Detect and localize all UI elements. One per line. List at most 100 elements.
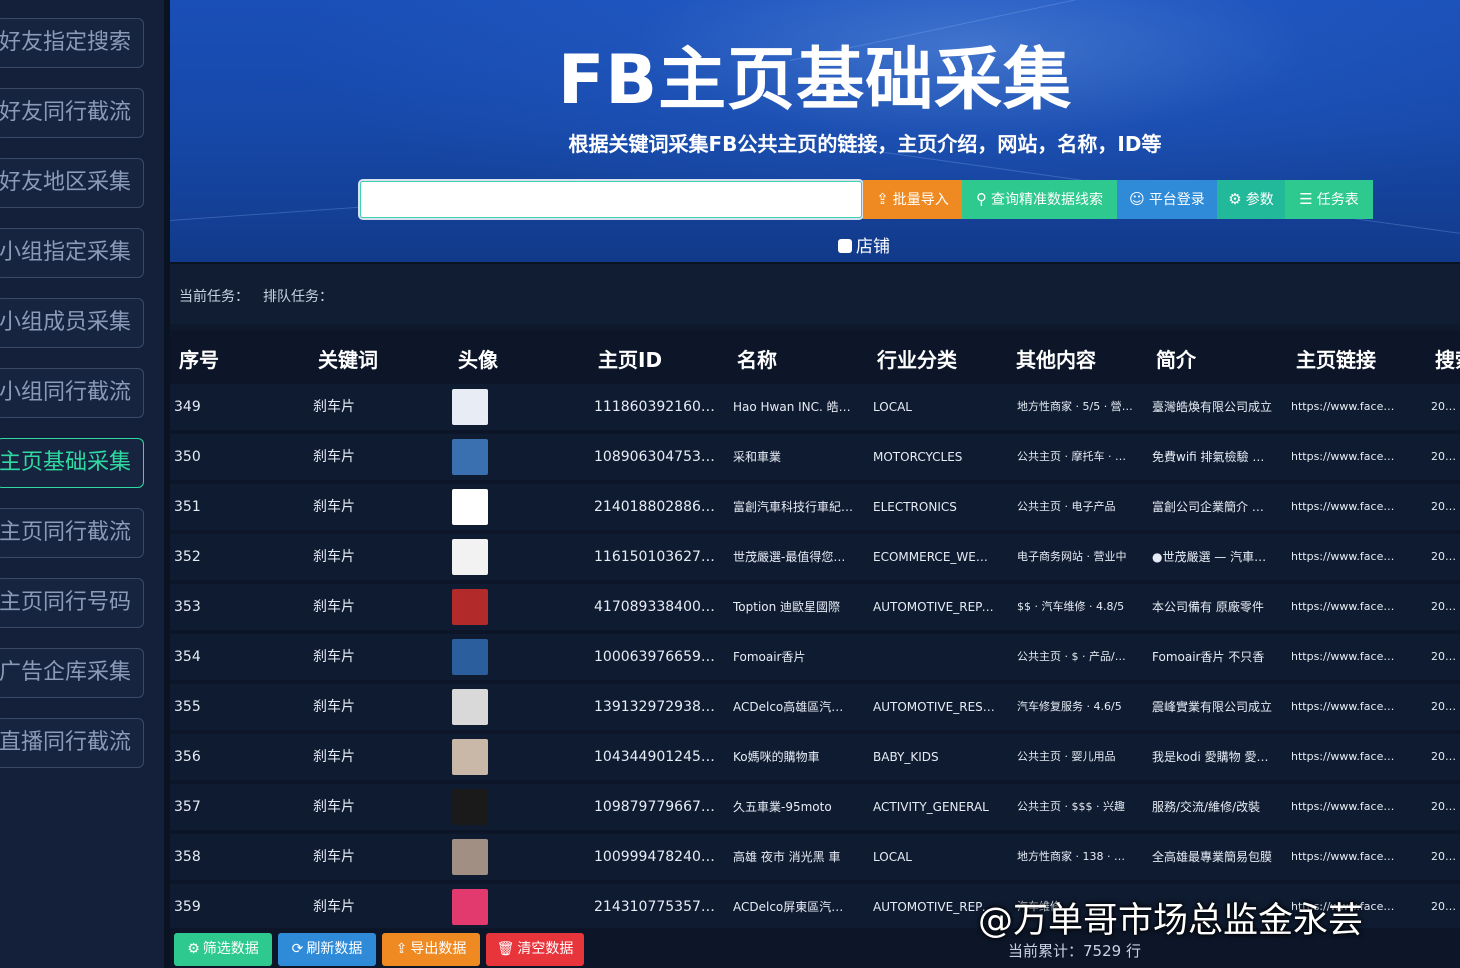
sidebar-item[interactable]: 广告企库采集: [0, 648, 144, 698]
clear-data-button[interactable]: 🗑 清空数据: [486, 933, 584, 966]
avatar-image: [452, 439, 488, 475]
query-leads-button[interactable]: ⚲ 查询精准数据线索: [962, 180, 1117, 219]
cell-category: ELECTRONICS: [873, 500, 957, 514]
filter-data-button[interactable]: ⚙ 筛选数据: [174, 933, 272, 966]
batch-import-button[interactable]: ⇪ 批量导入: [863, 180, 962, 219]
table-row[interactable]: 355 刹车片 139132972938108 ACDelco高雄區汽車專業 AUTOM…: [170, 684, 1460, 730]
cell-search: 2022-: [1431, 500, 1460, 513]
task-status-bar: 当前任务： 排队任务：: [170, 262, 1460, 324]
cell-other: 电子商务网站 · 营业中: [1017, 550, 1127, 563]
watermark-text: @万单哥市场总监金永芸: [978, 901, 1364, 941]
filter-data-label: 筛选数据: [202, 941, 259, 957]
cell-no: 352: [174, 549, 201, 565]
cell-name: Hao Hwan INC. 皓煥有限公司: [733, 400, 855, 414]
table-row[interactable]: 352 刹车片 116150103627059 世茂嚴選-最值得您信賴 ECOMMERC…: [170, 534, 1460, 580]
cell-link: https://www.facebook.com/: [1291, 750, 1399, 763]
sidebar-item[interactable]: 主页基础采集: [0, 438, 144, 488]
column-header[interactable]: 头像: [458, 344, 498, 373]
refresh-icon: ⟳: [291, 941, 304, 957]
cell-link: https://www.facebook.com/: [1291, 700, 1399, 713]
avatar-image: [452, 689, 488, 725]
cell-name: Toption 迪歐星國際: [733, 600, 841, 614]
table-row[interactable]: 356 刹车片 104344901245750 Ko媽咪的購物車 BABY_KIDS 公共…: [170, 734, 1460, 780]
cell-search: 2022-: [1431, 450, 1460, 463]
cell-no: 350: [174, 449, 201, 465]
table-row[interactable]: 349 刹车片 111860392160488 Hao Hwan INC. 皓煥有限公…: [170, 384, 1460, 430]
cell-link: https://www.facebook.com/: [1291, 650, 1399, 663]
app-window: 好友指定搜索 好友同行截流 好友地区采集 小组指定采集 小组成员采集 小组同行截流 主页基础…: [0, 0, 1460, 968]
cell-no: 351: [174, 499, 201, 515]
sidebar-item[interactable]: 主页同行号码: [0, 578, 144, 628]
table-header: 序号 关键词 头像 主页ID 名称 行业分类 其他内容 简介 主页链接 搜索: [170, 330, 1460, 382]
cell-search: 2022-: [1431, 800, 1460, 813]
column-header[interactable]: 主页链接: [1296, 344, 1376, 373]
cell-search: 2022-: [1431, 750, 1460, 763]
cell-link: https://www.facebook.com/: [1291, 450, 1399, 463]
cell-id: 116150103627059: [594, 549, 719, 565]
cell-no: 357: [174, 799, 201, 815]
column-header[interactable]: 序号: [179, 344, 219, 373]
table-row[interactable]: 357 刹车片 109879779667008 久五車業-95moto ACTIVITY…: [170, 784, 1460, 830]
column-header[interactable]: 其他内容: [1016, 344, 1096, 373]
gear-icon: ⚙: [1228, 190, 1242, 208]
cell-keyword: 刹车片: [313, 549, 355, 565]
cell-id: 111860392160488: [594, 399, 719, 415]
bottom-toolbar: ⚙ 筛选数据 ⟳ 刷新数据 ⇪ 导出数据 🗑 清空数据 当前累计：7529 行 @万单哥…: [170, 901, 1460, 968]
cell-other: 公共主页 · $ · 产品/服务: [1017, 650, 1135, 663]
cell-link: https://www.facebook.com/: [1291, 500, 1399, 513]
sidebar-item[interactable]: 好友地区采集: [0, 158, 144, 208]
cell-id: 109879779667008: [594, 799, 719, 815]
cell-keyword: 刹车片: [313, 749, 355, 765]
table-row[interactable]: 350 刹车片 108906304753270 采和車業 MOTORCYCLES 公共主页…: [170, 434, 1460, 480]
params-button[interactable]: ⚙ 参数: [1217, 180, 1285, 219]
cell-intro: 全高雄最專業簡易包膜: [1152, 850, 1273, 864]
refresh-data-button[interactable]: ⟳ 刷新数据: [278, 933, 376, 966]
cell-name: 富創汽車科技行車紀錄器: [733, 500, 855, 514]
cell-intro: 我是kodi 愛購物 愛分享: [1152, 750, 1274, 764]
keyword-input[interactable]: [358, 179, 864, 220]
column-header[interactable]: 搜索: [1435, 344, 1460, 373]
table-row[interactable]: 358 刹车片 1009994782400400 高雄 夜市 消光黑 車 LOCAL 地方…: [170, 834, 1460, 880]
table-row[interactable]: 353 刹车片 417089338400592 Toption 迪歐星國際 AUTOMO…: [170, 584, 1460, 630]
sidebar-item[interactable]: 小组指定采集: [0, 228, 144, 278]
task-list-button[interactable]: ☰ 任务表: [1285, 180, 1373, 219]
cell-id: 417089338400592: [594, 599, 719, 615]
platform-login-label: 平台登录: [1148, 192, 1205, 208]
cell-search: 2022-: [1431, 400, 1460, 413]
sidebar: 好友指定搜索 好友同行截流 好友地区采集 小组指定采集 小组成员采集 小组同行截流 主页基础…: [0, 0, 164, 968]
store-checkbox[interactable]: 店铺: [838, 232, 890, 257]
avatar-image: [452, 589, 488, 625]
cell-category: AUTOMOTIVE_REPAIR: [873, 600, 995, 614]
platform-login-button[interactable]: ☺ 平台登录: [1117, 180, 1217, 219]
cell-name: Ko媽咪的購物車: [733, 750, 820, 764]
query-leads-label: 查询精准数据线索: [991, 192, 1103, 208]
column-header[interactable]: 关键词: [318, 344, 378, 373]
sidebar-item[interactable]: 直播同行截流: [0, 718, 144, 768]
export-data-button[interactable]: ⇪ 导出数据: [382, 933, 480, 966]
user-icon: ☺: [1129, 190, 1145, 208]
sidebar-item[interactable]: 小组同行截流: [0, 368, 144, 418]
avatar-image: [452, 889, 488, 925]
page-subtitle: 根据关键词采集FB公共主页的链接，主页介绍，网站，名称，ID等: [568, 132, 1162, 156]
sidebar-item[interactable]: 好友同行截流: [0, 88, 144, 138]
cell-other: $$ · 汽车维修 · 4.8/5: [1017, 600, 1125, 613]
list-icon: ☰: [1299, 190, 1313, 208]
gear-icon: ⚙: [187, 941, 200, 957]
cell-category: BABY_KIDS: [873, 750, 939, 764]
sidebar-item[interactable]: 小组成员采集: [0, 298, 144, 348]
cell-name: 采和車業: [733, 450, 782, 464]
table-row[interactable]: 351 刹车片 214018802886465 富創汽車科技行車紀錄器 ELECTRON…: [170, 484, 1460, 530]
column-header[interactable]: 简介: [1156, 344, 1196, 373]
sidebar-item[interactable]: 好友指定搜索: [0, 18, 144, 68]
search-icon: ⚲: [976, 190, 987, 208]
cell-search: 2022-: [1431, 850, 1460, 863]
sidebar-item[interactable]: 主页同行截流: [0, 508, 144, 558]
column-header[interactable]: 名称: [737, 344, 777, 373]
avatar-image: [452, 539, 488, 575]
trash-icon: 🗑: [496, 941, 515, 957]
checkbox-box[interactable]: [838, 239, 852, 253]
table-row[interactable]: 354 刹车片 100063976659965 Fomoair香片 公共主页 · $ ·…: [170, 634, 1460, 680]
column-header[interactable]: 行业分类: [877, 344, 957, 373]
cell-name: 高雄 夜市 消光黑 車: [733, 850, 841, 864]
column-header[interactable]: 主页ID: [598, 344, 662, 373]
